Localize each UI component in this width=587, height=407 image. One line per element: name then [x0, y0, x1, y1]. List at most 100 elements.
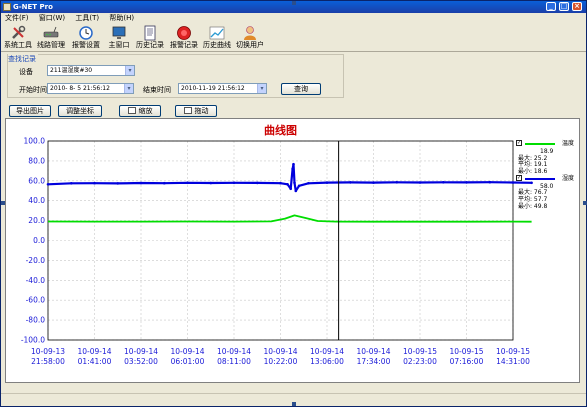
alarm-bell-icon	[177, 26, 191, 40]
end-time-value: 2010-11-19 21:56:12	[181, 85, 245, 92]
tools-icon	[12, 25, 26, 39]
selection-handle-left[interactable]	[1, 201, 5, 205]
close-button[interactable]: ×	[572, 2, 582, 11]
humidity-data-point	[291, 167, 294, 171]
toolbar-label: 主窗口	[108, 41, 130, 49]
query-button-label: 查询	[294, 85, 308, 93]
menu-tools[interactable]: 工具(T)	[71, 13, 103, 24]
toolbar-label: 报警设置	[72, 41, 100, 49]
x-tick-time: 01:41:00	[78, 357, 112, 366]
humidity-data-point	[232, 181, 236, 185]
app-icon	[3, 3, 11, 11]
y-tick-label: 80.0	[28, 156, 45, 165]
temperature-series-checkbox[interactable]: ✓	[516, 140, 522, 146]
device-label: 设备	[19, 68, 33, 76]
end-time-label: 结束时间	[143, 86, 171, 94]
x-tick-time: 10:22:00	[264, 357, 298, 366]
menu-bar: 文件(F) 窗口(W) 工具(T) 帮助(H)	[1, 13, 586, 24]
humidity-min: 最小: 49.8	[518, 203, 548, 210]
app-title: G-NET Pro	[13, 3, 53, 11]
toolbar-label: 切换用户	[236, 41, 264, 49]
chevron-down-icon[interactable]: ▾	[124, 84, 133, 93]
toolbar-history-records-button[interactable]: 历史记录	[133, 24, 167, 52]
x-tick-date: 10-09-14	[124, 347, 158, 356]
temperature-legend-swatch	[525, 143, 555, 145]
humidity-data-point	[116, 182, 120, 185]
end-time-picker[interactable]: 2010-11-19 21:56:12 ▾	[178, 83, 267, 94]
humidity-data-point	[372, 181, 375, 184]
maximize-button[interactable]: □	[559, 2, 569, 11]
humidity-data-point	[286, 183, 289, 186]
start-time-value: 2010- 8- 5 21:56:12	[50, 85, 110, 92]
humidity-data-point	[209, 181, 213, 185]
x-tick-time: 02:23:00	[403, 357, 437, 366]
export-image-label: 导出图片	[16, 107, 44, 115]
humidity-data-point	[93, 181, 96, 185]
zoom-label: 缩放	[138, 107, 153, 115]
toolbar-label: 系统工具	[4, 41, 32, 49]
y-tick-label: -60.0	[26, 296, 46, 305]
humidity-data-point	[46, 183, 50, 186]
humidity-data-point	[294, 189, 298, 193]
toolbar-label: 历史曲线	[203, 41, 231, 49]
x-tick-date: 10-09-15	[496, 347, 530, 356]
y-tick-label: 40.0	[28, 196, 45, 205]
export-image-button[interactable]: 导出图片	[9, 105, 51, 117]
toolbar-system-tools-button[interactable]: 系统工具	[1, 24, 35, 52]
humidity-series-checkbox[interactable]: ✓	[516, 175, 522, 181]
humidity-data-point	[465, 181, 468, 184]
device-select[interactable]: 211温湿度#30 ▾	[47, 65, 135, 76]
menu-window[interactable]: 窗口(W)	[35, 13, 69, 24]
chart-icon	[209, 26, 225, 40]
router-icon	[43, 26, 59, 38]
menu-help[interactable]: 帮助(H)	[105, 13, 138, 24]
x-tick-date: 10-09-15	[449, 347, 483, 356]
humidity-data-point	[418, 181, 422, 184]
chevron-down-icon[interactable]: ▾	[257, 84, 266, 93]
humidity-legend-name: 湿度	[562, 175, 575, 182]
query-button[interactable]: 查询	[281, 83, 321, 95]
user-icon	[244, 26, 256, 40]
toolbar-history-curve-button[interactable]: 历史曲线	[200, 24, 234, 52]
humidity-data-point	[163, 181, 166, 185]
humidity-legend-swatch	[525, 178, 555, 180]
chart-panel[interactable]: 曲线图 100.0 80.0 60.0 40.0 20.0 0.0 -20.0 -40.0 -60…	[5, 118, 580, 383]
toolbar-line-manage-button[interactable]: 线路管理	[34, 24, 68, 52]
temperature-min: 最小: 18.6	[518, 168, 548, 175]
selection-handle-bottom[interactable]	[292, 402, 296, 406]
menu-file[interactable]: 文件(F)	[1, 13, 33, 24]
x-tick-time: 08:11:00	[217, 357, 251, 366]
chart-title: 曲线图	[264, 123, 297, 137]
humidity-data-point	[297, 184, 301, 188]
start-time-picker[interactable]: 2010- 8- 5 21:56:12 ▾	[47, 83, 134, 94]
start-time-label: 开始时间	[19, 86, 47, 94]
query-group-title: 查找记录	[8, 54, 38, 64]
toolbar-alarm-records-button[interactable]: 报警记录	[167, 24, 201, 52]
x-tick-date: 10-09-13	[31, 347, 65, 356]
humidity-data-point	[293, 181, 296, 185]
adjust-axis-label: 调整坐标	[66, 107, 94, 115]
adjust-axis-button[interactable]: 调整坐标	[58, 105, 102, 117]
selection-handle-right[interactable]	[583, 201, 587, 205]
toolbar-label: 线路管理	[37, 41, 65, 49]
zoom-button[interactable]: 缩放	[119, 105, 161, 117]
y-tick-label: 100.0	[24, 137, 46, 146]
chevron-down-icon[interactable]: ▾	[125, 66, 134, 75]
line-chart[interactable]: 曲线图 100.0 80.0 60.0 40.0 20.0 0.0 -20.0 -40.0 -60…	[6, 119, 579, 382]
app-window: G-NET Pro _ □ × 文件(F) 窗口(W) 工具(T) 帮助(H) …	[0, 0, 587, 407]
y-tick-label: -100.0	[21, 336, 45, 345]
zoom-icon	[127, 107, 136, 114]
toolbar-alarm-settings-button[interactable]: 报警设置	[69, 24, 103, 52]
drag-button[interactable]: 拖动	[175, 105, 217, 117]
humidity-data-point	[256, 181, 259, 185]
toolbar-switch-user-button[interactable]: 切换用户	[233, 24, 267, 52]
temperature-legend-name: 温度	[562, 140, 575, 147]
y-tick-label: 60.0	[28, 176, 45, 185]
toolbar-main-window-button[interactable]: 主窗口	[102, 24, 136, 52]
toolbar-label: 历史记录	[136, 41, 164, 49]
toolbar: 系统工具 线路管理 报警设置 主窗口 历史记录 报警记录 历史曲线 切换用户	[1, 24, 586, 52]
humidity-data-point	[292, 162, 295, 166]
y-tick-label: -40.0	[26, 276, 46, 285]
minimize-button[interactable]: _	[546, 2, 556, 11]
selection-handle-top[interactable]	[292, 1, 296, 5]
